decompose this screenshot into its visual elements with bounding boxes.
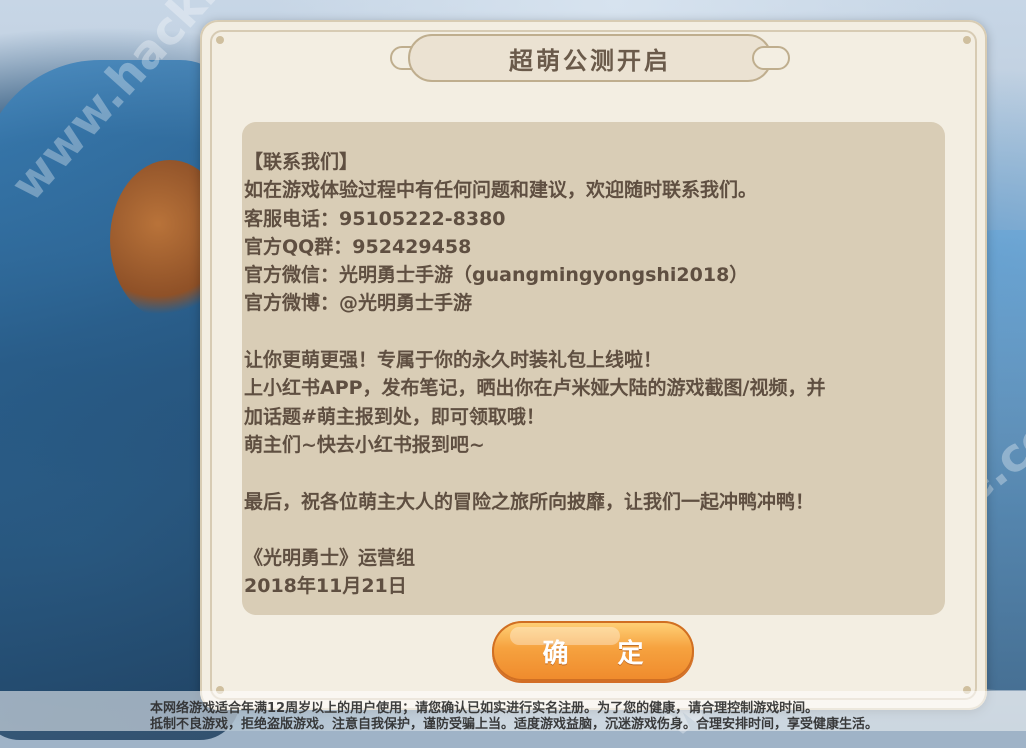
- content-line: 萌主们~快去小红书报到吧~: [244, 433, 485, 456]
- content-line: [244, 459, 934, 487]
- content-line: 上小红书APP，发布笔记，晒出你在卢米娅大陆的游戏截图/视频，并: [244, 377, 826, 400]
- announcement-content-box[interactable]: 【联系我们】 如在游戏体验过程中有任何问题和建议，欢迎随时联系我们。 客服电话：…: [242, 122, 945, 615]
- content-line: 官方QQ群：952429458: [244, 235, 472, 258]
- button-shine: [510, 627, 620, 645]
- title-banner: 超萌公测开启: [390, 30, 790, 82]
- content-line: 官方微信：光明勇士手游（guangmingyongshi2018）: [244, 264, 749, 287]
- dialog-title: 超萌公测开启: [509, 47, 671, 75]
- confirm-button[interactable]: 确 定: [492, 621, 694, 681]
- announcement-text: 【联系我们】 如在游戏体验过程中有任何问题和建议，欢迎随时联系我们。 客服电话：…: [244, 148, 934, 601]
- content-line: 2018年11月21日: [244, 575, 407, 598]
- corner-ornament-icon: [963, 36, 971, 44]
- content-line: 客服电话：95105222-8380: [244, 207, 506, 230]
- content-line: 如在游戏体验过程中有任何问题和建议，欢迎随时联系我们。: [244, 179, 758, 202]
- content-line: 让你更萌更强！专属于你的永久时装礼包上线啦！: [244, 349, 663, 372]
- health-notice-footer: 本网络游戏适合年满12周岁以上的用户使用；请您确认已如实进行实名注册。为了您的健…: [0, 691, 1026, 731]
- content-line: 最后，祝各位萌主大人的冒险之旅所向披靡，让我们一起冲鸭冲鸭！: [244, 490, 815, 513]
- corner-ornament-icon: [216, 36, 224, 44]
- content-line: 【联系我们】: [244, 151, 359, 173]
- content-line: [244, 318, 934, 346]
- content-line: 官方微博：@光明勇士手游: [244, 292, 473, 315]
- content-line: 加话题#萌主报到处，即可领取哦！: [244, 405, 545, 428]
- content-line: [244, 516, 934, 544]
- announcement-dialog: 超萌公测开启 【联系我们】 如在游戏体验过程中有任何问题和建议，欢迎随时联系我们…: [200, 20, 987, 710]
- content-line: 《光明勇士》运营组: [244, 547, 416, 570]
- health-notice-line: 抵制不良游戏，拒绝盗版游戏。注意自我保护，谨防受骗上当。适度游戏益脑，沉迷游戏伤…: [150, 717, 879, 731]
